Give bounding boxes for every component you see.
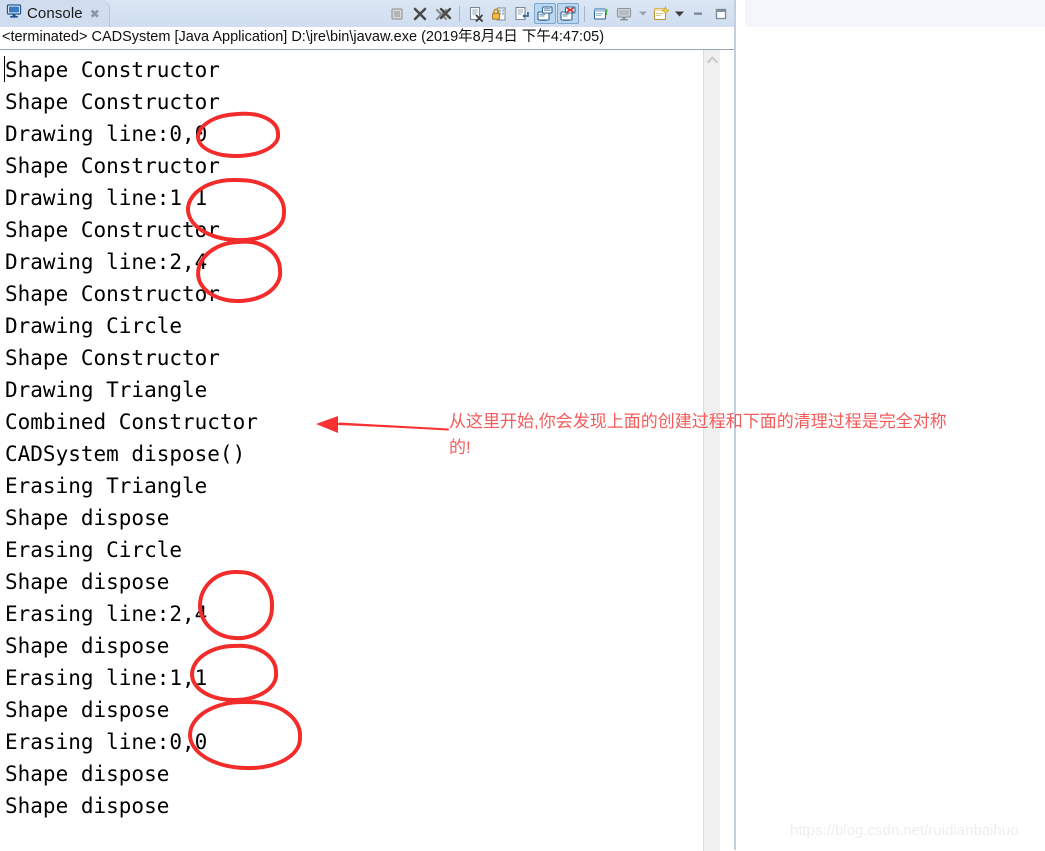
pin-console-button[interactable] — [590, 3, 612, 24]
console-tab-strip: Console ✖ — [0, 0, 736, 27]
right-editor-pane-header — [745, 0, 1045, 27]
scroll-lock-button[interactable] — [488, 3, 510, 24]
chevron-down-icon[interactable] — [636, 4, 649, 24]
remove-all-terminated-button[interactable] — [432, 3, 454, 24]
display-selected-console-button[interactable] — [613, 3, 635, 24]
remove-launch-x-button[interactable] — [409, 3, 431, 24]
console-line: Drawing Triangle — [5, 378, 208, 402]
console-line: Combined Constructor — [5, 410, 258, 434]
panel-gap — [736, 0, 745, 850]
close-icon[interactable]: ✖ — [90, 8, 100, 20]
console-line: Erasing Triangle — [5, 474, 208, 498]
console-line: Drawing line:2,4 — [5, 250, 208, 274]
console-line: Drawing line:1,1 — [5, 186, 208, 210]
view-right-edge — [734, 0, 736, 850]
console-line: Erasing Circle — [5, 538, 183, 562]
console-line: Erasing line:0,0 — [5, 730, 208, 754]
console-line: Drawing line:0,0 — [5, 122, 208, 146]
chevron-down-icon[interactable] — [673, 4, 686, 24]
console-line: Shape dispose — [5, 634, 170, 658]
console-line: Shape Constructor — [5, 282, 220, 306]
console-line: Shape dispose — [5, 794, 170, 818]
console-toolbar — [386, 2, 732, 25]
tab-console-label: Console — [27, 5, 83, 22]
scroll-up-arrow-icon[interactable] — [704, 52, 721, 68]
console-line: Shape Constructor — [5, 218, 220, 242]
console-line: Erasing line:1,1 — [5, 666, 208, 690]
maximize-view-button[interactable] — [710, 3, 732, 24]
console-line: Shape Constructor — [5, 154, 220, 178]
word-wrap-button[interactable] — [511, 3, 533, 24]
console-line: Shape dispose — [5, 698, 170, 722]
console-line: Shape dispose — [5, 570, 170, 594]
console-vertical-scrollbar[interactable] — [703, 50, 720, 851]
console-line: CADSystem dispose() — [5, 442, 246, 466]
show-console-on-output-button[interactable] — [534, 3, 556, 24]
process-status-line: <terminated> CADSystem [Java Application… — [0, 27, 736, 47]
console-output-area[interactable]: Shape Constructor Shape Constructor Draw… — [0, 49, 736, 851]
console-line: Shape dispose — [5, 762, 170, 786]
toolbar-separator — [459, 5, 460, 22]
terminate-button[interactable] — [386, 3, 408, 24]
console-text-content[interactable]: Shape Constructor Shape Constructor Draw… — [0, 50, 710, 850]
console-view: Console ✖ <terminated> CADSystem [Java A… — [0, 0, 736, 851]
console-line: Shape Constructor — [5, 90, 220, 114]
minimize-view-button[interactable] — [687, 3, 709, 24]
console-line: Shape Constructor — [5, 58, 220, 82]
right-editor-pane — [745, 0, 1045, 850]
console-line: Erasing line:2,4 — [5, 602, 208, 626]
show-console-on-error-button[interactable] — [557, 3, 579, 24]
open-console-new-button[interactable] — [650, 3, 672, 24]
console-monitor-icon — [6, 3, 22, 24]
toolbar-separator — [584, 5, 585, 22]
clear-console-button[interactable] — [465, 3, 487, 24]
text-caret — [4, 56, 5, 82]
console-line: Shape dispose — [5, 506, 170, 530]
console-line: Shape Constructor — [5, 346, 220, 370]
console-line: Drawing Circle — [5, 314, 183, 338]
tab-console[interactable]: Console ✖ — [0, 0, 110, 27]
